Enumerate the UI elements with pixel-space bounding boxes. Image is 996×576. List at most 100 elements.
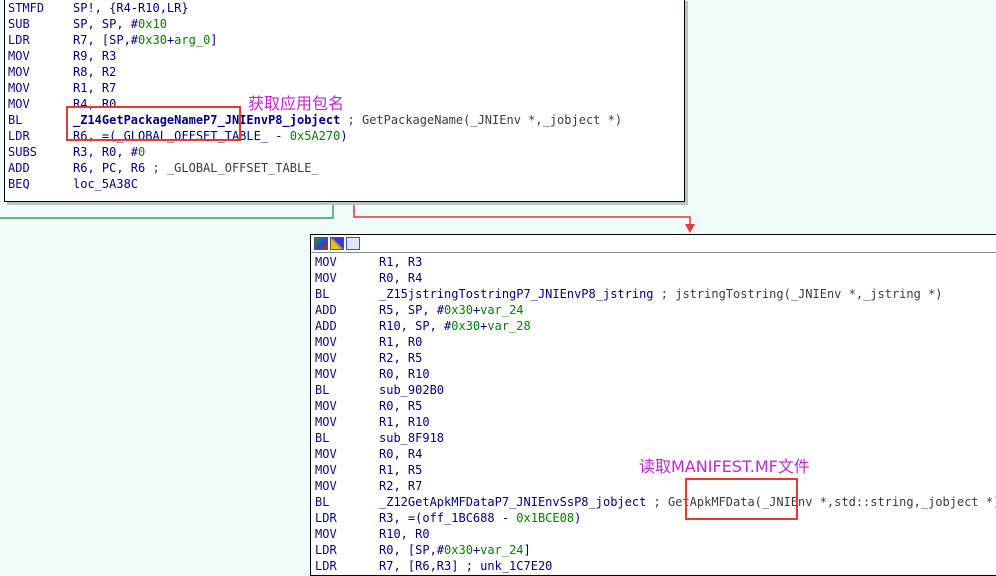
code-block-2[interactable]: MOV R1, R3 MOV R0, R4 BL _Z15jstringTostringP… [310,234,996,576]
asm-line[interactable]: MOV R1, R7 [5,80,684,96]
graph-view-icon[interactable] [314,237,328,250]
asm-line[interactable]: BL _Z12GetApkMFDataP7_JNIEnvSsP8_jobject … [311,494,996,510]
asm-operands: R2, R5 [379,350,422,366]
operand-token: var_24 [480,543,524,557]
operand-token: var_28 [487,319,531,333]
asm-mnemonic: MOV [8,65,30,79]
code-lines-2: MOV R1, R3 MOV R0, R4 BL _Z15jstringTostringP… [311,253,996,574]
asm-line[interactable]: LDR R0, [SP,#0x30+var_24] [311,542,996,558]
asm-mnemonic: ADD [8,161,30,175]
operand-token: R9, R3 [73,49,117,63]
asm-mnemonic: BL [8,113,23,127]
asm-mnemonic: LDR [315,543,337,557]
asm-mnemonic: LDR [8,129,30,143]
asm-line[interactable]: MOV R8, R2 [5,64,684,80]
asm-operands: R1, R5 [379,462,422,478]
operand-token: 0x30 [138,33,167,47]
asm-line[interactable]: BEQ loc_5A38C [5,176,684,192]
asm-line[interactable]: LDR R7, [SP,#0x30+arg_0] [5,32,684,48]
asm-line[interactable]: MOV R0, R10 [311,366,996,382]
asm-line[interactable]: BL sub_8F918 [311,430,996,446]
asm-operands: R0, R10 [379,366,430,382]
operand-token: ) [574,511,582,525]
operand-token: R10, R0 [379,527,430,541]
asm-line[interactable]: SUB SP, SP, #0x10 [5,16,684,32]
asm-line[interactable]: LDR R3, =(off_1BC688 - 0x1BCE08) [311,510,996,526]
asm-mnemonic: MOV [8,49,30,63]
operand-token: SP!, {R4-R10,LR} [73,1,189,15]
asm-mnemonic: MOV [315,255,337,269]
asm-mnemonic: MOV [8,81,30,95]
operand-token: R7, [R6,R3] ; unk_1C7E20 [379,559,553,573]
operand-token: 0x1BCE08 [516,511,575,525]
asm-line[interactable]: ADD R10, SP, #0x30+var_28 [311,318,996,334]
asm-line[interactable]: SUBS R3, R0, #0 [5,144,684,160]
node-color-icon[interactable] [330,237,344,250]
text-view-icon[interactable] [346,237,360,250]
operand-token: loc_5A38C [73,177,139,191]
asm-operands: R1, R10 [379,414,430,430]
operand-token: ] [523,543,531,557]
edge-arrowhead [685,224,695,233]
asm-line[interactable]: ADD R6, PC, R6 ; _GLOBAL_OFFSET_TABLE_ [5,160,684,176]
asm-mnemonic: ADD [315,303,337,317]
asm-line[interactable]: MOV R1, R0 [311,334,996,350]
asm-line[interactable]: MOV R0, R4 [311,270,996,286]
operand-token: 0x30 [444,543,473,557]
code-block-1[interactable]: STMFD SP!, {R4-R10,LR} SUB SP, SP, #0x10 LDR… [4,0,685,202]
asm-operands: R1, R3 [379,254,422,270]
operand-token: R0, R5 [379,399,423,413]
operand-token: - [268,129,290,143]
asm-mnemonic: MOV [315,479,337,493]
operand-token: _Z12GetApkMFDataP7_JNIEnvSsP8_jobject [379,495,647,509]
asm-operands: R7, [R6,R3] ; unk_1C7E20 [379,558,552,574]
asm-line[interactable]: BL _Z15jstringTostringP7_JNIEnvP8_jstring… [311,286,996,302]
asm-operands: R3, R0, #0 [73,144,145,160]
asm-operands: R8, R2 [73,64,116,80]
asm-line[interactable]: MOV R9, R3 [5,48,684,64]
asm-line[interactable]: MOV R0, R5 [311,398,996,414]
operand-token: R5, SP, # [379,303,445,317]
highlight-getapkmfdata [685,478,798,520]
asm-mnemonic: MOV [8,97,30,111]
operand-token: R1, R10 [379,415,430,429]
asm-operands: R0, R4 [379,270,422,286]
asm-mnemonic: BL [315,287,330,301]
asm-mnemonic: MOV [315,367,337,381]
asm-operands: loc_5A38C [73,176,138,192]
operand-token: sub_8F918 [379,431,445,445]
operand-token: R1, R7 [73,81,117,95]
asm-line[interactable]: BL sub_902B0 [311,382,996,398]
operand-token: R1, R3 [379,255,423,269]
operand-token: arg_0 [174,33,211,47]
asm-mnemonic: BL [315,383,330,397]
asm-operands: R0, R5 [379,398,422,414]
operand-token: R6, PC, R6 [73,161,153,175]
operand-token: R3, R0, # [73,145,139,159]
highlight-getpackagename [66,106,241,141]
asm-mnemonic: ADD [315,319,337,333]
asm-line[interactable]: MOV R2, R5 [311,350,996,366]
block-titlebar [311,235,996,253]
operand-token: R0, R4 [379,271,423,285]
asm-line[interactable]: MOV R2, R7 [311,478,996,494]
asm-mnemonic: BL [315,495,330,509]
asm-line[interactable]: MOV R1, R10 [311,414,996,430]
operand-token: R1, R5 [379,463,423,477]
operand-token: var_24 [480,303,524,317]
operand-token: 0 [138,145,146,159]
asm-line[interactable]: MOV R10, R0 [311,526,996,542]
asm-mnemonic: BL [315,431,330,445]
operand-token: ; _GLOBAL_OFFSET_TABLE_ [152,161,319,175]
asm-mnemonic: LDR [315,511,337,525]
asm-line[interactable]: STMFD SP!, {R4-R10,LR} [5,0,684,16]
asm-mnemonic: SUBS [8,145,37,159]
asm-line[interactable]: ADD R5, SP, #0x30+var_24 [311,302,996,318]
operand-token: R7, [SP,# [73,33,139,47]
asm-line[interactable]: LDR R7, [R6,R3] ; unk_1C7E20 [311,558,996,574]
asm-operands: SP, SP, #0x10 [73,16,167,32]
asm-mnemonic: MOV [315,527,337,541]
asm-line[interactable]: MOV R1, R3 [311,254,996,270]
asm-mnemonic: MOV [315,335,337,349]
asm-operands: R3, =(off_1BC688 - 0x1BCE08) [379,510,581,526]
